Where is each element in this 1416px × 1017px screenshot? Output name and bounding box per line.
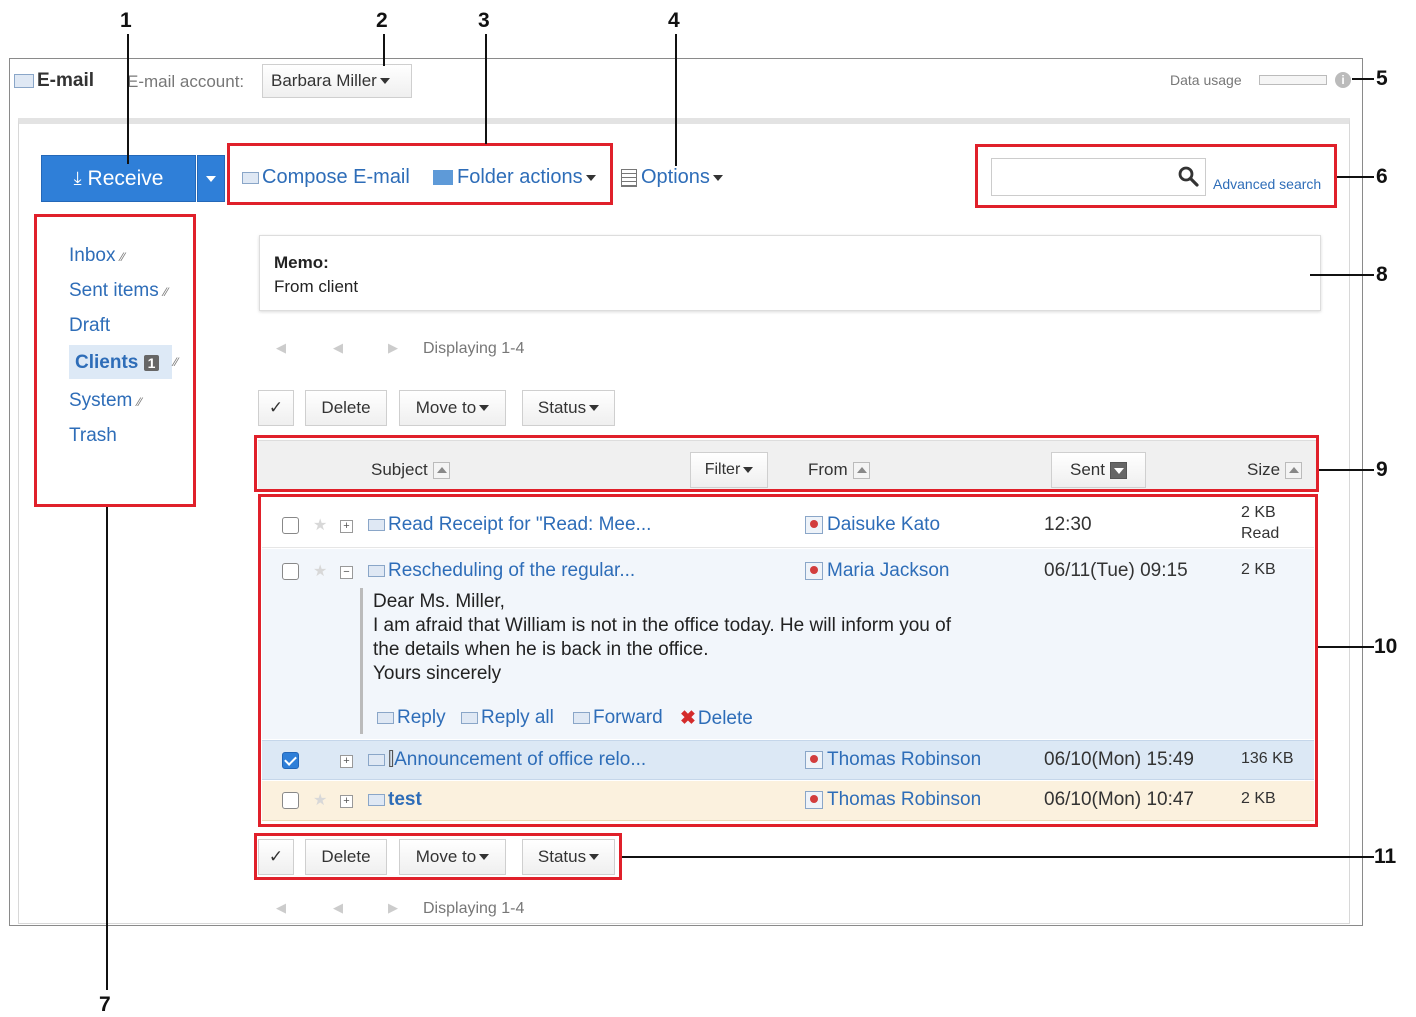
mail-icon [14,73,34,88]
callout-number-10: 10 [1374,635,1398,658]
account-select[interactable]: Barbara Miller [262,64,412,98]
prev-page-icon[interactable]: ◀ [333,340,343,356]
account-label: E-mail account: [127,72,245,91]
options-menu[interactable]: Options [621,166,723,189]
chevron-down-icon [206,175,216,182]
callout-box-3 [227,143,613,205]
callout-number-4: 4 [668,9,680,32]
callout-line-3 [485,34,487,144]
callout-line-2 [383,34,385,66]
prev-page-icon[interactable]: ◀ [333,900,343,916]
pagination-status-top: Displaying 1-4 [423,340,525,357]
data-usage-label: Data usage [1170,72,1242,88]
first-page-icon[interactable]: ◀ [276,900,286,916]
chevron-down-icon [479,405,490,411]
chevron-down-icon [379,78,390,84]
callout-line-10 [1318,646,1374,648]
callout-box-9 [254,435,1319,492]
first-page-icon[interactable]: ◀ [276,340,286,356]
pagination-status-bottom: Displaying 1-4 [423,900,525,917]
callout-line-4 [675,34,677,166]
callout-line-11 [622,856,1374,858]
info-icon[interactable]: i [1335,72,1351,88]
move-to-button[interactable]: Move to [399,390,506,426]
callout-line-6 [1337,176,1374,178]
select-all-button[interactable]: ✓ [258,390,294,426]
options-label: Options [641,166,710,188]
callout-number-1: 1 [120,9,132,32]
memo-text: From client [274,277,359,296]
move-to-label: Move to [415,398,477,417]
status-label: Status [537,398,587,417]
callout-number-11: 11 [1374,845,1397,868]
delete-label: Delete [321,398,371,417]
status-button[interactable]: Status [522,390,615,426]
delete-button[interactable]: Delete [305,390,387,426]
callout-box-11 [254,833,622,880]
callout-number-2: 2 [376,9,388,32]
chevron-down-icon [712,174,723,181]
download-icon: ⤓ [73,168,82,188]
callout-box-6 [975,144,1337,208]
callout-line-7 [106,507,108,990]
callout-number-9: 9 [1376,458,1388,481]
app-title-text: E-mail [37,70,95,91]
chevron-down-icon [589,405,600,411]
callout-box-7 [34,214,196,507]
callout-line-9 [1319,469,1374,471]
callout-number-6: 6 [1376,165,1388,188]
check-icon: ✓ [268,398,284,417]
memo-title: Memo: [274,253,329,272]
callout-number-5: 5 [1376,67,1388,90]
list-icon [621,168,637,187]
memo-box [259,235,1321,311]
app-title: E-mail [14,70,94,92]
receive-dropdown-button[interactable] [197,155,225,202]
next-page-icon[interactable]: ▶ [388,900,398,916]
callout-number-7: 7 [99,993,111,1016]
receive-button[interactable]: ⤓ Receive [41,155,196,202]
data-usage-bar [1259,75,1327,85]
callout-number-3: 3 [478,9,490,32]
callout-line-1 [127,34,129,164]
receive-label: Receive [87,166,164,190]
account-select-value: Barbara Miller [271,71,377,90]
callout-number-8: 8 [1376,263,1388,286]
callout-box-10 [258,494,1318,827]
callout-line-8 [1310,274,1374,276]
next-page-icon[interactable]: ▶ [388,340,398,356]
callout-line-5 [1352,78,1374,80]
